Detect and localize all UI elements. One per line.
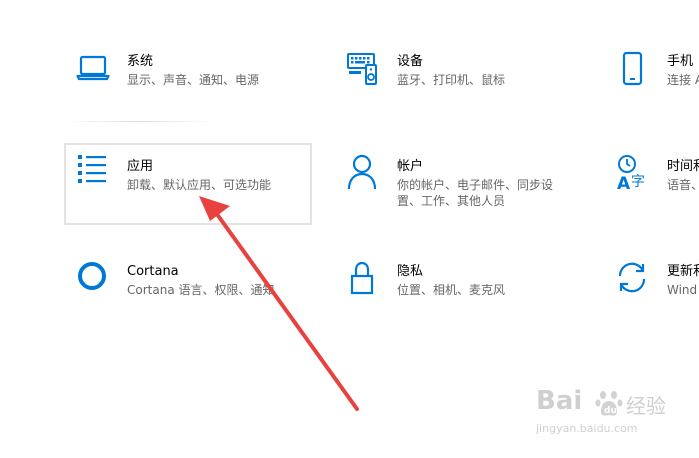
settings-tile-update-security[interactable]: 更新和 Wind (606, 250, 699, 320)
tile-title: 手机 (667, 54, 694, 69)
refresh-icon (616, 260, 650, 300)
settings-tile-accounts[interactable]: 帐户 你的帐户、电子邮件、同步设 置、工作、其他人员 (336, 145, 586, 223)
svg-text:A: A (617, 174, 631, 194)
settings-tile-phone[interactable]: 手机 连接 A (606, 40, 699, 110)
divider (64, 121, 214, 122)
tile-description: 你的帐户、电子邮件、同步设 (397, 178, 554, 192)
person-icon (346, 153, 380, 193)
tile-title: 帐户 (397, 159, 424, 174)
tile-title: 更新和 (667, 264, 699, 279)
settings-tile-apps[interactable]: 应用 卸载、默认应用、可选功能 (66, 145, 310, 223)
settings-tile-privacy[interactable]: 隐私 位置、相机、麦克风 (336, 250, 586, 320)
keyboard-speaker-icon (346, 50, 380, 90)
tile-description: 卸载、默认应用、可选功能 (127, 178, 272, 192)
tile-description: 连接 A (667, 73, 699, 87)
tile-title: 时间和 (667, 159, 699, 174)
phone-icon (616, 50, 650, 90)
tile-description: 蓝牙、打印机、鼠标 (397, 73, 506, 87)
svg-text:字: 字 (631, 174, 645, 190)
baidu-watermark: Bai du 经验 jingyan.baidu.com (536, 384, 686, 440)
time-language-icon: A 字 (616, 153, 650, 194)
tile-title: Cortana (127, 264, 179, 279)
settings-tile-cortana[interactable]: Cortana Cortana 语言、权限、通知 (66, 250, 316, 320)
settings-tile-system[interactable]: 系统 显示、声音、通知、电源 (66, 40, 316, 110)
settings-tile-time-language[interactable]: A 字 时间和 语音、 (606, 145, 699, 223)
tile-title: 系统 (127, 54, 154, 69)
settings-home: 系统 显示、声音、通知、电源 设备 蓝牙、打印机、鼠标 手机 连接 A 应用 卸… (0, 0, 699, 458)
app-list-icon (76, 153, 110, 193)
tile-description: Cortana 语言、权限、通知 (127, 283, 275, 297)
tile-title: 隐私 (397, 264, 424, 279)
tile-description: 位置、相机、麦克风 (397, 283, 506, 297)
tile-description: Wind (667, 283, 698, 297)
lock-icon (346, 260, 380, 300)
tile-description: 显示、声音、通知、电源 (127, 73, 260, 87)
paw-logo-icon: du (594, 388, 624, 418)
svg-text:du: du (604, 406, 617, 416)
watermark-brand-right: 经验 (626, 394, 666, 418)
tile-description-line2: 置、工作、其他人员 (397, 194, 506, 208)
laptop-icon (76, 50, 110, 90)
watermark-brand-left: Bai (536, 386, 583, 416)
settings-tile-devices[interactable]: 设备 蓝牙、打印机、鼠标 (336, 40, 586, 110)
tile-description: 语音、 (667, 178, 699, 192)
watermark-url: jingyan.baidu.com (536, 422, 638, 435)
tile-title: 设备 (397, 54, 424, 69)
cortana-icon (76, 260, 110, 300)
tile-title: 应用 (127, 159, 154, 174)
